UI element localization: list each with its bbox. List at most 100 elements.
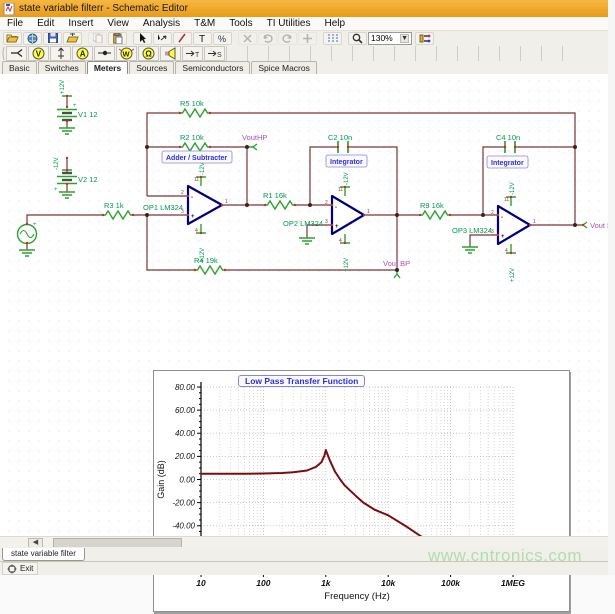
voltage-pin-icon[interactable] [6, 46, 27, 61]
empty-slot [436, 46, 457, 61]
schematic-editor-window: state variable filterr - Schematic Edito… [0, 0, 608, 575]
svg-text:100: 100 [256, 578, 270, 588]
ammeter-icon[interactable]: A [72, 46, 93, 61]
chevron-down-icon[interactable]: ▼ [400, 34, 409, 43]
empty-slot [520, 46, 541, 61]
select-cursor-button[interactable] [133, 32, 152, 45]
speaker-icon[interactable] [160, 46, 181, 61]
open-button[interactable] [3, 32, 22, 45]
empty-slot [541, 46, 562, 61]
tab-switches[interactable]: Switches [38, 61, 86, 74]
ohmmeter-icon[interactable]: Ω [138, 46, 159, 61]
chart-title: Low Pass Transfer Function [238, 375, 365, 387]
paste-button[interactable] [108, 32, 127, 45]
watermark: www.cntronics.com [428, 546, 582, 566]
block-label-integrator2: Integrator [487, 156, 528, 168]
menu-item-view[interactable]: View [100, 18, 136, 29]
label-c4: C4 10n [496, 133, 520, 142]
empty-slot [499, 46, 520, 61]
tab-semiconductors[interactable]: Semiconductors [175, 61, 250, 74]
chart-xlabel: Frequency (Hz) [324, 591, 389, 602]
current-pin-icon[interactable] [94, 46, 115, 61]
svg-text:80.00: 80.00 [175, 383, 196, 392]
label-r5: R5 10k [180, 99, 204, 108]
wattmeter-icon[interactable]: W [116, 46, 137, 61]
svg-text:W: W [123, 49, 131, 58]
op2-pin3: 3 [325, 219, 328, 225]
pen-button[interactable] [173, 32, 192, 45]
svg-text:A: A [80, 49, 86, 58]
svg-text:10: 10 [196, 578, 206, 588]
zoom-level-combo[interactable]: 130% ▼ [368, 32, 412, 45]
interactive-mode-button[interactable] [415, 32, 434, 45]
cut-button[interactable] [238, 32, 257, 45]
menu-item-tools[interactable]: Tools [222, 18, 259, 29]
label-vouthp: VoutHP [242, 133, 267, 142]
tab-spice-macros[interactable]: Spice Macros [251, 61, 317, 74]
label-voutbp: Vout BP [383, 259, 410, 268]
exit-cell[interactable]: Exit [2, 562, 38, 575]
label-r2: R2 10k [180, 133, 204, 142]
empty-slot [415, 46, 436, 61]
op1-minus-mark: - [191, 195, 193, 201]
copy-button[interactable] [88, 32, 107, 45]
save-button[interactable] [43, 32, 62, 45]
tab-sources[interactable]: Sources [129, 61, 174, 74]
menu-item-help[interactable]: Help [318, 18, 353, 29]
analysis-symbol-button[interactable]: % [213, 32, 232, 45]
tab-basic[interactable]: Basic [2, 61, 37, 74]
zoom-tool-button[interactable] [348, 32, 367, 45]
diagram-window[interactable]: Low Pass Transfer Function -80.00-60.00-… [153, 370, 570, 612]
op2-pin11: 11 [338, 187, 343, 193]
svg-text:1k: 1k [321, 578, 332, 588]
menu-item-edit[interactable]: Edit [30, 18, 61, 29]
window-title: state variable filterr - Schematic Edito… [19, 3, 188, 14]
gear-icon [7, 564, 17, 574]
op2-plus-mark: + [335, 224, 339, 230]
import-button[interactable] [63, 32, 82, 45]
resistors-capacitors [18, 96, 588, 278]
redo-button[interactable] [278, 32, 297, 45]
svg-text:V: V [36, 49, 42, 58]
menu-item-insert[interactable]: Insert [61, 18, 100, 29]
label-r3: R3 1k [104, 201, 124, 210]
open-web-button[interactable] [23, 32, 42, 45]
to-spectrum-icon[interactable]: S [204, 46, 225, 61]
op3-vcc-label: +12V [510, 268, 516, 282]
to-time-diagram-icon[interactable]: T [182, 46, 203, 61]
menu-item-ti-utilities[interactable]: TI Utilities [260, 18, 318, 29]
op1-pin11: 11 [194, 177, 199, 183]
text-button[interactable]: T [193, 32, 212, 45]
empty-slot [352, 46, 373, 61]
v2-plus-sign: + [54, 187, 58, 193]
sheet-tab[interactable]: state variable filter [2, 548, 85, 561]
main-toolbar: T % 130% ▼ [0, 31, 611, 45]
op3-plus-mark: + [501, 234, 505, 240]
label-voutlp: Vout LP [590, 221, 608, 230]
current-arrow-icon[interactable] [50, 46, 71, 61]
svg-text:S: S [217, 52, 222, 58]
op1-pin2: 2 [181, 190, 184, 196]
op2-pin2: 2 [325, 200, 328, 206]
op3-minus-mark: - [501, 215, 503, 221]
wire-cursor-button[interactable] [153, 32, 172, 45]
grid-toggle-button[interactable] [323, 32, 342, 45]
svg-text:20.00: 20.00 [174, 452, 196, 461]
svg-text:T: T [199, 34, 205, 43]
voltmeter-icon[interactable]: V [28, 46, 49, 61]
op3-pin11: 11 [504, 197, 509, 203]
add-button[interactable] [298, 32, 317, 45]
op1-pin4: 4 [195, 228, 198, 234]
tab-meters[interactable]: Meters [87, 61, 128, 74]
empty-slot [289, 46, 310, 61]
op2-pin1: 1 [367, 209, 370, 215]
menu-item-t-m[interactable]: T&M [187, 18, 222, 29]
undo-button[interactable] [258, 32, 277, 45]
menu-item-analysis[interactable]: Analysis [136, 18, 187, 29]
label-op2: OP2 LM324 [283, 219, 323, 228]
schematic-canvas[interactable]: + + + - + 2 3 1 11 4 -12V +12V - + 2 [0, 74, 608, 536]
empty-slot [226, 46, 247, 61]
label-v2: V2 12 [78, 175, 98, 184]
menu-item-file[interactable]: File [0, 18, 30, 29]
label-op1: OP1 LM324 [143, 203, 183, 212]
